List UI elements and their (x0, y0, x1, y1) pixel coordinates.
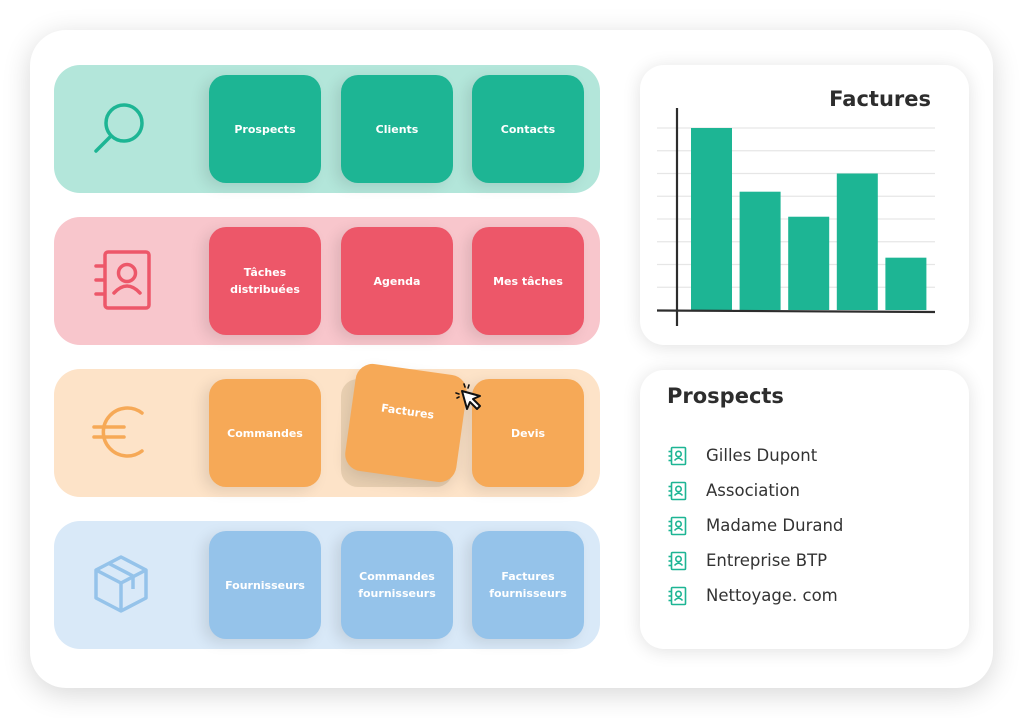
prospect-name: Gilles Dupont (706, 446, 818, 465)
row-suppliers: Fournisseurs Commandes fournisseurs Fact… (54, 521, 600, 649)
chart-title: Factures (829, 87, 931, 111)
prospect-name: Entreprise BTP (706, 551, 828, 570)
bar (885, 257, 927, 310)
tile-clients[interactable]: Clients (341, 75, 453, 183)
row-tasks: Tâches distribuées Agenda Mes tâches (54, 217, 600, 345)
x-axis (656, 309, 936, 314)
prospect-name: Association (706, 481, 800, 500)
euro-icon (92, 406, 144, 458)
tile-commandes[interactable]: Commandes (209, 379, 321, 487)
tile-contacts[interactable]: Contacts (472, 75, 584, 183)
tile-agenda[interactable]: Agenda (341, 227, 453, 335)
bar (739, 191, 781, 310)
tile-devis[interactable]: Devis (472, 379, 584, 487)
factures-chart-card: Factures (640, 65, 969, 345)
tile-fournisseurs[interactable]: Fournisseurs (209, 531, 321, 639)
prospect-name: Nettoyage. com (706, 586, 838, 605)
bar (788, 216, 830, 310)
bar (691, 128, 732, 310)
contact-book-icon (668, 446, 687, 465)
row-sales: Commandes Devis (54, 369, 600, 497)
contact-book-icon (94, 250, 151, 310)
prospect-item[interactable]: Madame Durand (667, 508, 843, 543)
pointer-cursor-icon (455, 383, 481, 410)
tile-factures-dragging[interactable]: Factures (343, 361, 469, 485)
prospect-item[interactable]: Association (667, 473, 843, 508)
tile-prospects[interactable]: Prospects (209, 75, 321, 183)
prospect-item[interactable]: Gilles Dupont (667, 438, 843, 473)
tile-commandes-fournisseurs[interactable]: Commandes fournisseurs (341, 531, 453, 639)
tile-taches-distribuees[interactable]: Tâches distribuées (209, 227, 321, 335)
prospect-item[interactable]: Nettoyage. com (667, 578, 843, 613)
prospect-item[interactable]: Entreprise BTP (667, 543, 843, 578)
tile-factures-fournisseurs[interactable]: Factures fournisseurs (472, 531, 584, 639)
contact-book-icon (668, 586, 687, 605)
contact-book-icon (668, 516, 687, 535)
prospects-card: Prospects Gilles Dupont Association Madame… (640, 370, 969, 649)
prospect-name: Madame Durand (706, 516, 844, 535)
contact-book-icon (668, 481, 687, 500)
tile-mes-taches[interactable]: Mes tâches (472, 227, 584, 335)
bar (836, 173, 878, 310)
prospects-title: Prospects (667, 384, 784, 408)
contact-book-icon (668, 551, 687, 570)
search-icon (94, 103, 144, 153)
row-search: Prospects Clients Contacts (54, 65, 600, 193)
package-icon (94, 555, 148, 613)
prospects-list: Gilles Dupont Association Madame Durand Ent… (667, 438, 843, 613)
